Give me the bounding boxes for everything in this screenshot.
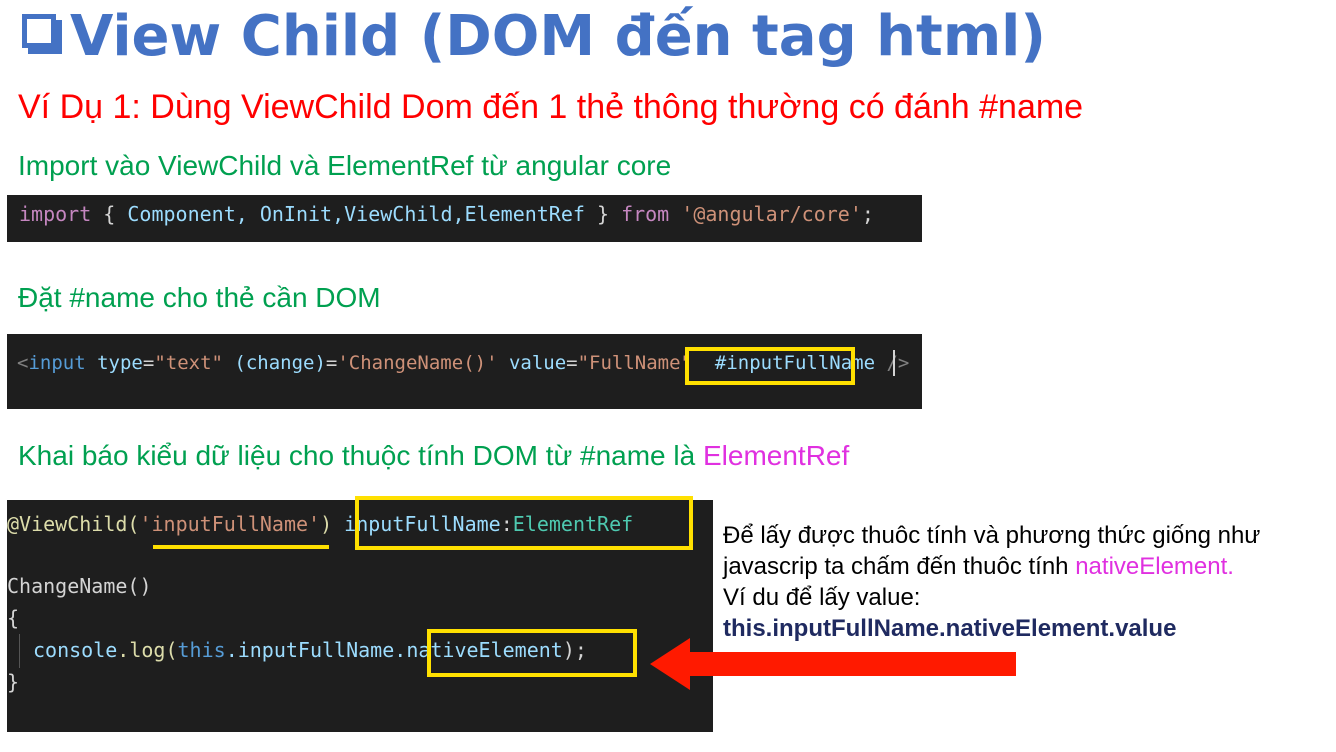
code-attr: value: [497, 352, 567, 374]
slide-title-text: View Child (DOM đến tag html): [70, 4, 1046, 69]
text-cursor: [893, 350, 895, 376]
description-line-2: javascrip ta chấm đến thuôc tính nativeE…: [723, 551, 1260, 582]
code-eq: =: [566, 352, 578, 374]
code-block-viewchild: @ViewChild('inputFullName') inputFullNam…: [7, 496, 713, 732]
code-eq: =: [325, 352, 338, 374]
code-console: console: [33, 638, 118, 662]
code-attr: type: [85, 352, 143, 374]
code-decorator: @ViewChild(: [7, 512, 140, 536]
step-declare-text: Khai báo kiểu dữ liệu cho thuộc tính DOM…: [18, 440, 849, 472]
description-code-example: this.inputFullName.nativeElement.value: [723, 615, 1177, 642]
description-text: Để lấy được thuôc tính và phương thức gi…: [723, 520, 1260, 644]
indent-guide: [19, 634, 20, 668]
code-semicolon: ;: [861, 202, 874, 226]
slide-title: View Child (DOM đến tag html): [22, 2, 1046, 72]
code-attr-value: 'ChangeName()': [337, 352, 498, 374]
code-import-items: Component, OnInit,ViewChild,ElementRef: [127, 202, 585, 226]
code-attr-value: "FullName": [577, 352, 692, 374]
code-tag-open: <: [17, 352, 29, 374]
step-declare-highlight: ElementRef: [702, 440, 850, 471]
code-keyword-import: import: [19, 202, 92, 226]
code-block-import: import { Component, OnInit,ViewChild,Ele…: [7, 195, 922, 242]
description-line-2-prefix: javascrip ta chấm đến thuôc tính: [723, 553, 1076, 580]
checkbox-bullet-icon: [22, 14, 62, 54]
code-line-brace-close: }: [7, 670, 20, 694]
highlight-box-template-ref: [685, 347, 855, 385]
code-brace: {: [91, 202, 128, 226]
code-module-string: '@angular/core': [669, 202, 862, 226]
code-line-brace-open: {: [7, 606, 20, 630]
step-name-text: Đặt #name cho thẻ cần DOM: [18, 282, 381, 313]
description-line-3: Ví du để lấy value:: [723, 584, 921, 611]
code-this: this: [177, 638, 226, 662]
code-block-input: <input type="text" (change)='ChangeName(…: [7, 334, 922, 409]
example-heading: Ví Dụ 1: Dùng ViewChild Dom đến 1 thẻ th…: [18, 88, 1084, 126]
code-attr-value: "text": [154, 352, 223, 374]
description-line-1: Để lấy được thuôc tính và phương thức gi…: [723, 522, 1261, 549]
step-declare-prefix: Khai báo kiểu dữ liệu cho thuộc tính DOM…: [18, 440, 703, 471]
description-native-element: nativeElement.: [1075, 553, 1234, 580]
description-line-4: this.inputFullName.nativeElement.value: [723, 613, 1260, 644]
step-import-text: Import vào ViewChild và ElementRef từ an…: [18, 150, 672, 181]
code-keyword-from: from: [621, 202, 670, 226]
underline-decorator-arg: [153, 545, 329, 549]
code-eq: =: [142, 352, 155, 374]
arrow-left-icon: [650, 638, 1016, 690]
code-line-method: ChangeName(): [7, 574, 152, 598]
highlight-box-property: [355, 496, 693, 550]
code-decorator-arg: 'inputFullName': [139, 512, 321, 536]
code-log: .log(: [117, 638, 178, 662]
code-attr: (change): [222, 352, 326, 374]
code-member: .inputFullName.: [225, 638, 407, 662]
code-paren: ): [320, 512, 333, 536]
code-brace: }: [584, 202, 622, 226]
code-tag-name: input: [28, 352, 86, 374]
highlight-box-native-element: [427, 629, 637, 677]
